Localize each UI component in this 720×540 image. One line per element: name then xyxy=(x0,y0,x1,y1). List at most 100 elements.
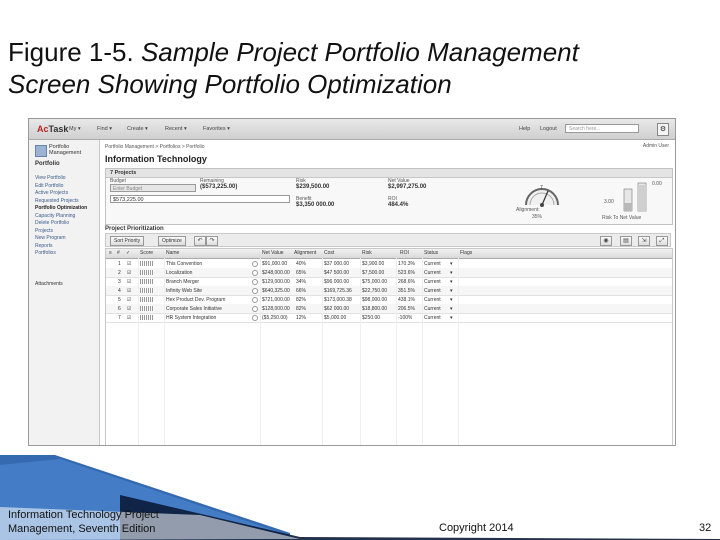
portfolio-icon xyxy=(35,145,47,157)
project-name[interactable]: Corporate Sales Initiative xyxy=(166,306,250,312)
benefit-value: $3,350 000.00 xyxy=(296,202,335,208)
column-header-net-value[interactable]: Net Value xyxy=(262,250,284,256)
sidebar-item-capacity-planning[interactable]: Capacity Planning xyxy=(35,213,97,221)
column-header-cost[interactable]: Cost xyxy=(324,250,334,256)
score-bar xyxy=(140,270,154,275)
row-checkbox[interactable]: ☑ xyxy=(127,270,131,276)
status-dot-icon xyxy=(252,297,258,303)
project-name[interactable]: HR System Integration xyxy=(166,315,250,321)
sidebar-item-delete-portfolio[interactable]: Delete Portfolio xyxy=(35,220,97,228)
sidebar-attachments[interactable]: Attachments xyxy=(35,281,63,287)
logout-link[interactable]: Logout xyxy=(540,126,557,132)
column-header-score[interactable]: Score xyxy=(140,250,153,256)
table-row[interactable]: 7 ☑ HR System Integration ($5,250.00) 12… xyxy=(106,313,672,323)
menu-favorites[interactable]: Favorites ▾ xyxy=(203,126,230,132)
menu-create[interactable]: Create ▾ xyxy=(127,126,148,132)
optimize-button[interactable]: Optimize xyxy=(158,236,186,246)
status-dropdown-icon[interactable]: ▾ xyxy=(450,279,453,285)
alignment-label: Alignment: xyxy=(516,207,540,213)
sort-priority-button[interactable]: Sort Priority xyxy=(110,236,145,246)
project-name[interactable]: Localization xyxy=(166,270,250,276)
column-header-alignment[interactable]: Alignment xyxy=(294,250,316,256)
project-grid: ≡ # ✓ Score Name Net Value Alignment Cos… xyxy=(105,248,673,445)
sidebar-item-portfolio-optimization[interactable]: Portfolio Optimization xyxy=(35,205,97,213)
redo-icon[interactable]: ↷ xyxy=(206,236,218,246)
row-checkbox[interactable]: ☑ xyxy=(127,315,131,321)
column-header-roi[interactable]: ROI xyxy=(400,250,409,256)
net-value: $721,000.00 xyxy=(262,296,290,303)
sidebar-item-edit-portfolio[interactable]: Edit Portfolio xyxy=(35,183,97,191)
risk: $250.00 xyxy=(362,314,381,321)
row-number: 5 xyxy=(118,296,121,303)
sidebar-item-reports[interactable]: Reports xyxy=(35,243,97,251)
print-icon[interactable]: ▤ xyxy=(620,236,632,246)
roi: 206.5% xyxy=(398,305,415,312)
column-header-flags[interactable]: Flags xyxy=(460,250,472,256)
app-logo[interactable]: AcTask xyxy=(37,124,68,134)
gear-icon[interactable]: ⚙ xyxy=(657,123,669,136)
logo-part-a: Ac xyxy=(37,124,49,134)
project-name[interactable]: Hex Product Dev. Program xyxy=(166,297,250,303)
column-header-select[interactable]: ✓ xyxy=(126,250,130,256)
search-input[interactable]: Search here... xyxy=(565,124,639,133)
alignment: 65% xyxy=(296,269,307,276)
breadcrumb[interactable]: Portfolio Management > Portfolios > Port… xyxy=(105,144,205,150)
status-dropdown-icon[interactable]: ▾ xyxy=(450,315,453,321)
net-value: ($5,250.00) xyxy=(262,314,288,321)
net-value: $128,000.00 xyxy=(262,305,290,312)
figure-number: Figure 1-5. xyxy=(8,37,134,67)
status: Current xyxy=(424,305,441,312)
row-checkbox[interactable]: ☑ xyxy=(127,288,131,294)
menu-recent[interactable]: Recent ▾ xyxy=(165,126,187,132)
grid-header: ≡ # ✓ Score Name Net Value Alignment Cos… xyxy=(106,249,672,259)
roi: -100% xyxy=(398,314,413,321)
column-header-name[interactable]: Name xyxy=(166,250,179,256)
column-header-risk[interactable]: Risk xyxy=(362,250,372,256)
column-header-options[interactable]: ≡ xyxy=(109,250,112,256)
sidebar: Portfolio Management Portfolio View Port… xyxy=(29,140,100,445)
menu-find[interactable]: Find ▾ xyxy=(97,126,112,132)
app-screenshot: AcTask My ▾ Find ▾ Create ▾ Recent ▾ Fav… xyxy=(28,118,676,446)
status-dropdown-icon[interactable]: ▾ xyxy=(450,297,453,303)
page-number: 32 xyxy=(699,522,712,534)
status-dropdown-icon[interactable]: ▾ xyxy=(450,306,453,312)
help-link[interactable]: Help xyxy=(519,126,530,132)
sidebar-header-label: Portfolio Management xyxy=(49,144,82,156)
admin-user[interactable]: Admin User xyxy=(643,143,669,149)
row-number: 3 xyxy=(118,278,121,285)
row-checkbox[interactable]: ☑ xyxy=(127,297,131,303)
alignment-value: 35% xyxy=(532,214,543,220)
sidebar-item-active-projects[interactable]: Active Projects xyxy=(35,190,97,198)
roi: 351.5% xyxy=(398,287,415,294)
risk: $98,000.00 xyxy=(362,296,388,303)
project-name[interactable]: Branch Merger xyxy=(166,279,250,285)
column-header-status[interactable]: Status xyxy=(424,250,438,256)
risk: $75,000.00 xyxy=(362,278,388,285)
budget-input[interactable]: Enter Budget xyxy=(110,184,196,192)
status-dropdown-icon[interactable]: ▾ xyxy=(450,270,453,276)
sidebar-item-requested-projects[interactable]: Requested Projects xyxy=(35,198,97,206)
view-icon[interactable]: ◉ xyxy=(600,236,612,246)
budget-value-field[interactable]: $573,225.00 xyxy=(110,195,290,203)
row-checkbox[interactable]: ☑ xyxy=(127,306,131,312)
export-icon[interactable]: ⇲ xyxy=(638,236,650,246)
menu-my[interactable]: My ▾ xyxy=(69,126,81,132)
alignment: 82% xyxy=(296,296,307,303)
status-dropdown-icon[interactable]: ▾ xyxy=(450,261,453,267)
column-header-number[interactable]: # xyxy=(117,250,120,256)
expand-icon[interactable]: ⤢ xyxy=(656,236,668,246)
row-checkbox[interactable]: ☑ xyxy=(127,261,131,267)
sidebar-item-projects[interactable]: Projects xyxy=(35,228,97,236)
sidebar-item-new-program[interactable]: New Program xyxy=(35,235,97,243)
project-name[interactable]: Infinity Web Site xyxy=(166,288,250,294)
undo-icon[interactable]: ↶ xyxy=(194,236,206,246)
sidebar-item-portfolios[interactable]: Portfolios xyxy=(35,250,97,258)
cost: $96 000.00 xyxy=(324,278,350,285)
prioritization-title: Project Prioritization xyxy=(105,226,164,232)
row-checkbox[interactable]: ☑ xyxy=(127,279,131,285)
project-name[interactable]: This Convention xyxy=(166,261,250,267)
status-dropdown-icon[interactable]: ▾ xyxy=(450,288,453,294)
top-bar: AcTask My ▾ Find ▾ Create ▾ Recent ▾ Fav… xyxy=(29,119,675,140)
sidebar-menu: View Portfolio Edit Portfolio Active Pro… xyxy=(35,175,97,258)
sidebar-item-view-portfolio[interactable]: View Portfolio xyxy=(35,175,97,183)
